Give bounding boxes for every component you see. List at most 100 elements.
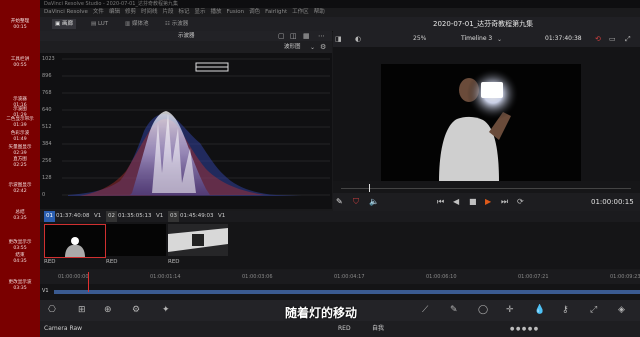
chapter-time: 00:15 bbox=[13, 24, 27, 30]
scope-tab[interactable]: ☷ 示波器 bbox=[162, 19, 191, 29]
qualifier-icon[interactable]: ✎ bbox=[450, 306, 458, 315]
scope-y-label: 0 bbox=[42, 192, 46, 198]
light-panel bbox=[481, 82, 503, 98]
menu-item[interactable]: Fusion bbox=[227, 9, 245, 15]
project-label: 自我 bbox=[372, 325, 385, 332]
chapter-time: 03:35 bbox=[13, 215, 27, 221]
clip-timecode: 01:45:49:03 bbox=[180, 213, 214, 219]
stop-icon[interactable]: ■ bbox=[469, 196, 477, 208]
menu-item[interactable]: 片段 bbox=[162, 9, 173, 15]
chapter-item[interactable]: 矢量图显示 02:39 bbox=[0, 145, 40, 156]
dual-view-icon[interactable]: ◫ bbox=[290, 32, 297, 41]
layout-icon[interactable]: ▭ bbox=[609, 35, 616, 44]
zoom-level[interactable]: 25% bbox=[413, 31, 426, 47]
track-clip-bar[interactable] bbox=[54, 290, 640, 294]
menu-item[interactable]: Fairlight bbox=[265, 9, 287, 15]
single-view-icon[interactable]: ▢ bbox=[278, 32, 285, 41]
menu-item[interactable]: 播放 bbox=[211, 9, 222, 15]
pen-icon[interactable]: ✎ bbox=[336, 196, 343, 208]
chevron-down-icon[interactable]: ⌄ bbox=[497, 35, 502, 44]
chapter-item[interactable]: 色彩示波 01:49 bbox=[0, 131, 40, 142]
timeline-playhead[interactable] bbox=[88, 272, 89, 292]
chapter-time: 00:55 bbox=[13, 62, 27, 68]
menu-item[interactable]: 工作区 bbox=[292, 9, 309, 15]
scope-y-label: 768 bbox=[42, 90, 52, 96]
transport-controls: ✎ ⛉ 🔈 ⏮ ◀ ■ ▶ ⏭ ⟳ 01:00:00:15 bbox=[333, 193, 640, 211]
media-pool-tab[interactable]: ▥ 媒体池 bbox=[122, 19, 151, 29]
settings-icon[interactable]: ⚙ bbox=[320, 43, 326, 52]
color-wheels-icon[interactable]: ⊕ bbox=[104, 306, 112, 315]
menu-item[interactable]: 修剪 bbox=[125, 9, 136, 15]
gallery-icon: ▣ bbox=[55, 21, 62, 27]
page-dots: ● ● ● ● ● bbox=[510, 326, 539, 332]
clip-thumbnail[interactable] bbox=[44, 224, 106, 258]
scrub-bar[interactable] bbox=[333, 181, 640, 193]
chapter-item[interactable]: 结束 04:35 bbox=[0, 253, 40, 264]
chapter-time: 01:39 bbox=[13, 122, 27, 128]
chevron-down-icon[interactable]: ⌄ bbox=[310, 43, 315, 52]
menu-item[interactable]: 标记 bbox=[179, 9, 190, 15]
key-icon[interactable]: ⚷ bbox=[562, 306, 569, 315]
scope-header: 示波器 ▢ ◫ ▦ ⋯ bbox=[40, 31, 332, 41]
ruler-timecode: 01:00:07:21 bbox=[518, 274, 549, 280]
record-flag-icon[interactable]: ⛉ bbox=[353, 196, 359, 208]
more-options-icon[interactable]: ⋯ bbox=[318, 32, 325, 41]
toolbar: ▣ 画廊 ▤ LUT ▥ 媒体池 ☷ 示波器 2020-07-01_达芬奇教程第… bbox=[40, 17, 640, 32]
menu-item[interactable]: DaVinci Resolve bbox=[44, 9, 88, 15]
timeline-ruler[interactable]: 01:00:00:00 01:00:01:14 01:00:03:06 01:00:0… bbox=[40, 270, 640, 284]
chapter-item[interactable]: 总结 03:35 bbox=[0, 210, 40, 221]
curves-icon[interactable]: ⟋ bbox=[422, 306, 428, 315]
3d-icon[interactable]: ◈ bbox=[618, 306, 625, 315]
playhead-timecode: 01:00:00:15 bbox=[591, 198, 634, 206]
clip-label: RED bbox=[44, 259, 56, 265]
lut-tab[interactable]: ▤ LUT bbox=[88, 19, 111, 29]
camera-raw-icon[interactable]: ⎔ bbox=[48, 306, 56, 315]
scope-title: 示波器 bbox=[178, 33, 195, 39]
tracker-icon[interactable]: ✛ bbox=[506, 306, 514, 315]
clip-thumbnail[interactable] bbox=[168, 224, 228, 256]
skip-end-icon[interactable]: ⏭ bbox=[501, 196, 508, 208]
ruler-timecode: 01:00:06:10 bbox=[426, 274, 457, 280]
timeline-select[interactable]: Timeline 3 bbox=[461, 31, 492, 47]
chapter-item[interactable]: 更改显示波 03:35 bbox=[0, 280, 40, 291]
wipe-icon[interactable]: ◐ bbox=[355, 35, 361, 44]
scrub-playhead[interactable] bbox=[369, 184, 370, 192]
chapter-item[interactable]: 更改显示示 03:55 bbox=[0, 240, 40, 251]
ruler-timecode: 01:00:00:00 bbox=[58, 274, 89, 280]
clip-num: 03 bbox=[168, 211, 179, 222]
chapter-item[interactable]: 二色显示带示 01:39 bbox=[0, 117, 40, 128]
play-icon[interactable]: ▶ bbox=[485, 196, 491, 208]
scope-mode-select[interactable]: 波形图 bbox=[284, 41, 301, 53]
person-shirt bbox=[439, 116, 499, 182]
viewer-timecode: 01:37:40:38 bbox=[545, 35, 582, 42]
loop-icon[interactable]: ⟲ bbox=[595, 35, 601, 44]
window-icon[interactable]: ◯ bbox=[478, 306, 488, 315]
quad-view-icon[interactable]: ▦ bbox=[303, 32, 310, 41]
menu-item[interactable]: 帮助 bbox=[314, 9, 325, 15]
menu-item[interactable]: 编辑 bbox=[109, 9, 120, 15]
loop-playback-icon[interactable]: ⟳ bbox=[517, 196, 524, 208]
ruler-timecode: 01:00:09:23 bbox=[610, 274, 640, 280]
menu-item[interactable]: 显示 bbox=[195, 9, 206, 15]
motion-effects-icon[interactable]: ✦ bbox=[162, 306, 170, 315]
scope-y-label: 512 bbox=[42, 124, 52, 130]
menu-item[interactable]: 时间线 bbox=[141, 9, 158, 15]
color-match-icon[interactable]: ⊞ bbox=[78, 306, 86, 315]
gallery-tab[interactable]: ▣ 画廊 bbox=[52, 19, 76, 29]
play-reverse-icon[interactable]: ◀ bbox=[453, 196, 459, 208]
fullscreen-icon[interactable]: ⤢ bbox=[625, 35, 631, 44]
viewer-header: ◨ ◐ 25% Timeline 3 ⌄ 01:37:40:38 ⟲ ▭ ⤢ bbox=[333, 31, 640, 47]
chapter-item[interactable]: 工具栏讲 00:55 bbox=[0, 57, 40, 68]
chapter-item[interactable]: 开始整理 00:15 bbox=[0, 19, 40, 30]
blur-icon[interactable]: 💧 bbox=[534, 306, 545, 315]
menu-item[interactable]: 调色 bbox=[249, 9, 260, 15]
chapter-item[interactable]: 示波图显示 02:42 bbox=[0, 183, 40, 194]
clip-thumbnail[interactable] bbox=[106, 224, 166, 256]
menu-item[interactable]: 文件 bbox=[93, 9, 104, 15]
audio-icon[interactable]: 🔈 bbox=[369, 196, 379, 208]
viewer-mode-icon[interactable]: ◨ bbox=[335, 35, 342, 44]
skip-start-icon[interactable]: ⏮ bbox=[437, 196, 444, 208]
chapter-item[interactable]: 直方图 02:25 bbox=[0, 157, 40, 168]
rgb-mixer-icon[interactable]: ⚙ bbox=[132, 306, 140, 315]
sizing-icon[interactable]: ⤢ bbox=[590, 306, 597, 315]
